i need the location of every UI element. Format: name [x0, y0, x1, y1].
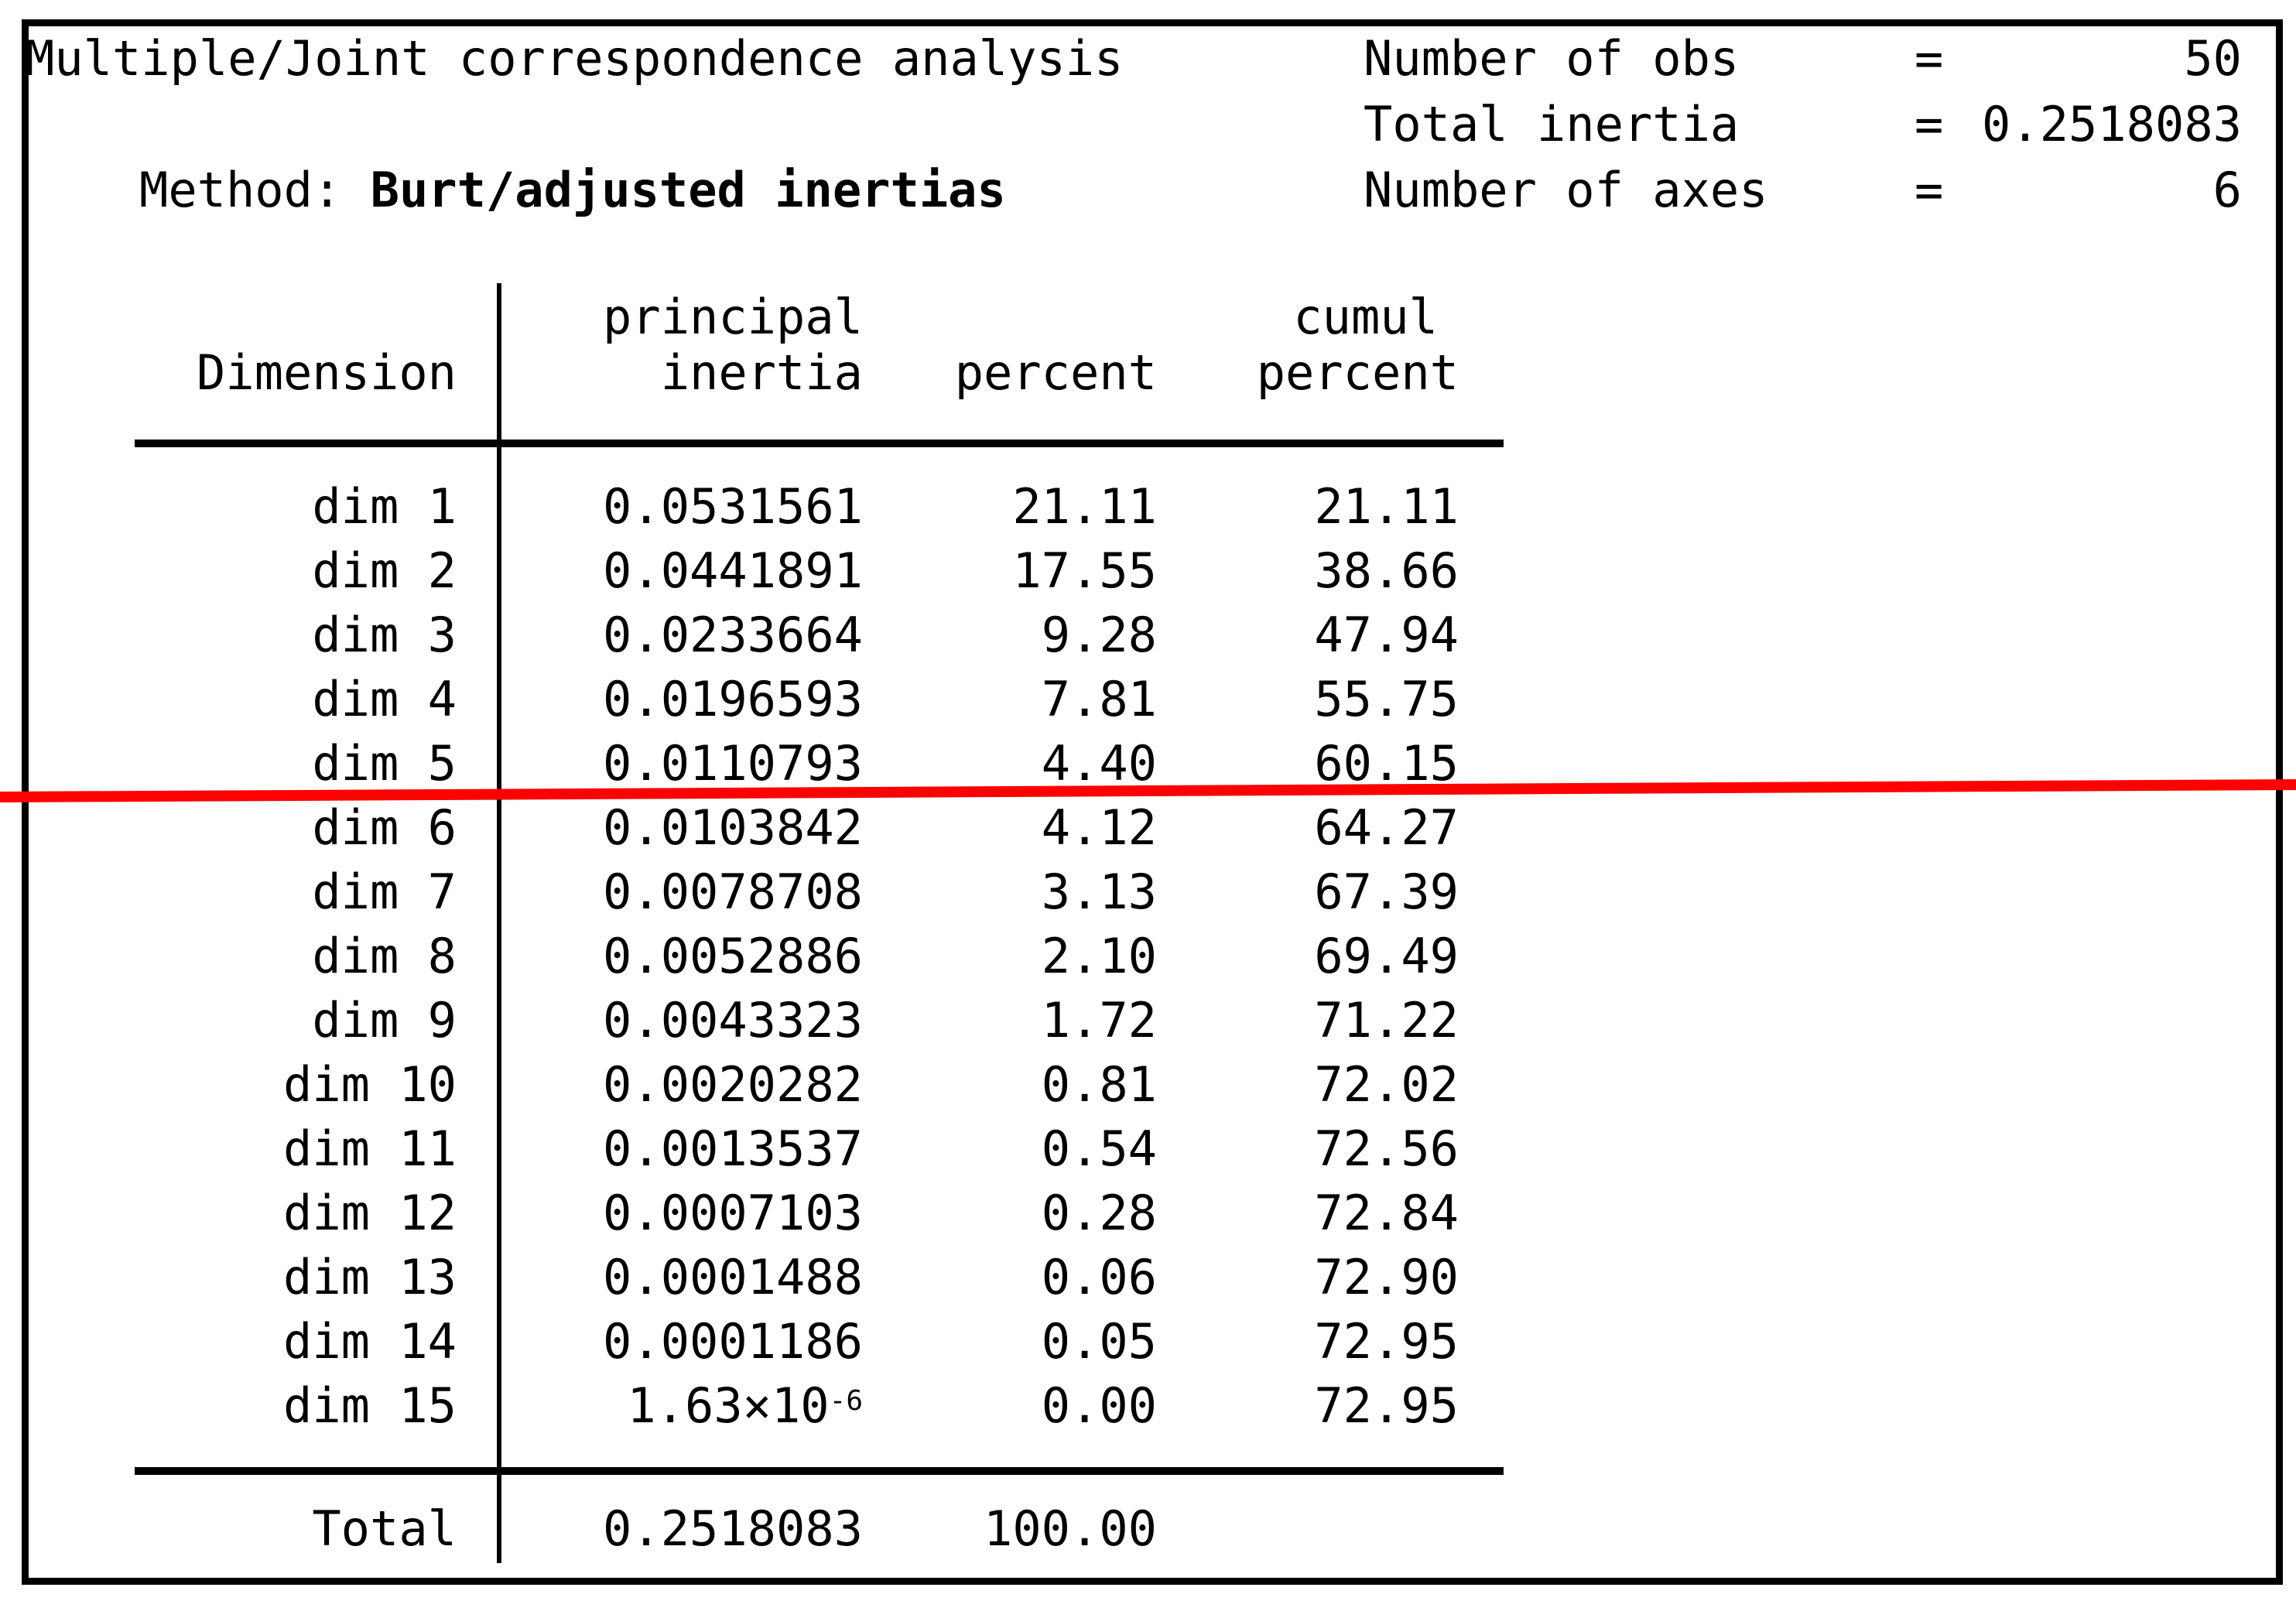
stata-output-screenshot: Multiple/Joint correspondence analysis N… — [0, 0, 2296, 1601]
red-line-stroke — [0, 785, 2296, 797]
red-annotation-line — [0, 0, 2296, 1601]
